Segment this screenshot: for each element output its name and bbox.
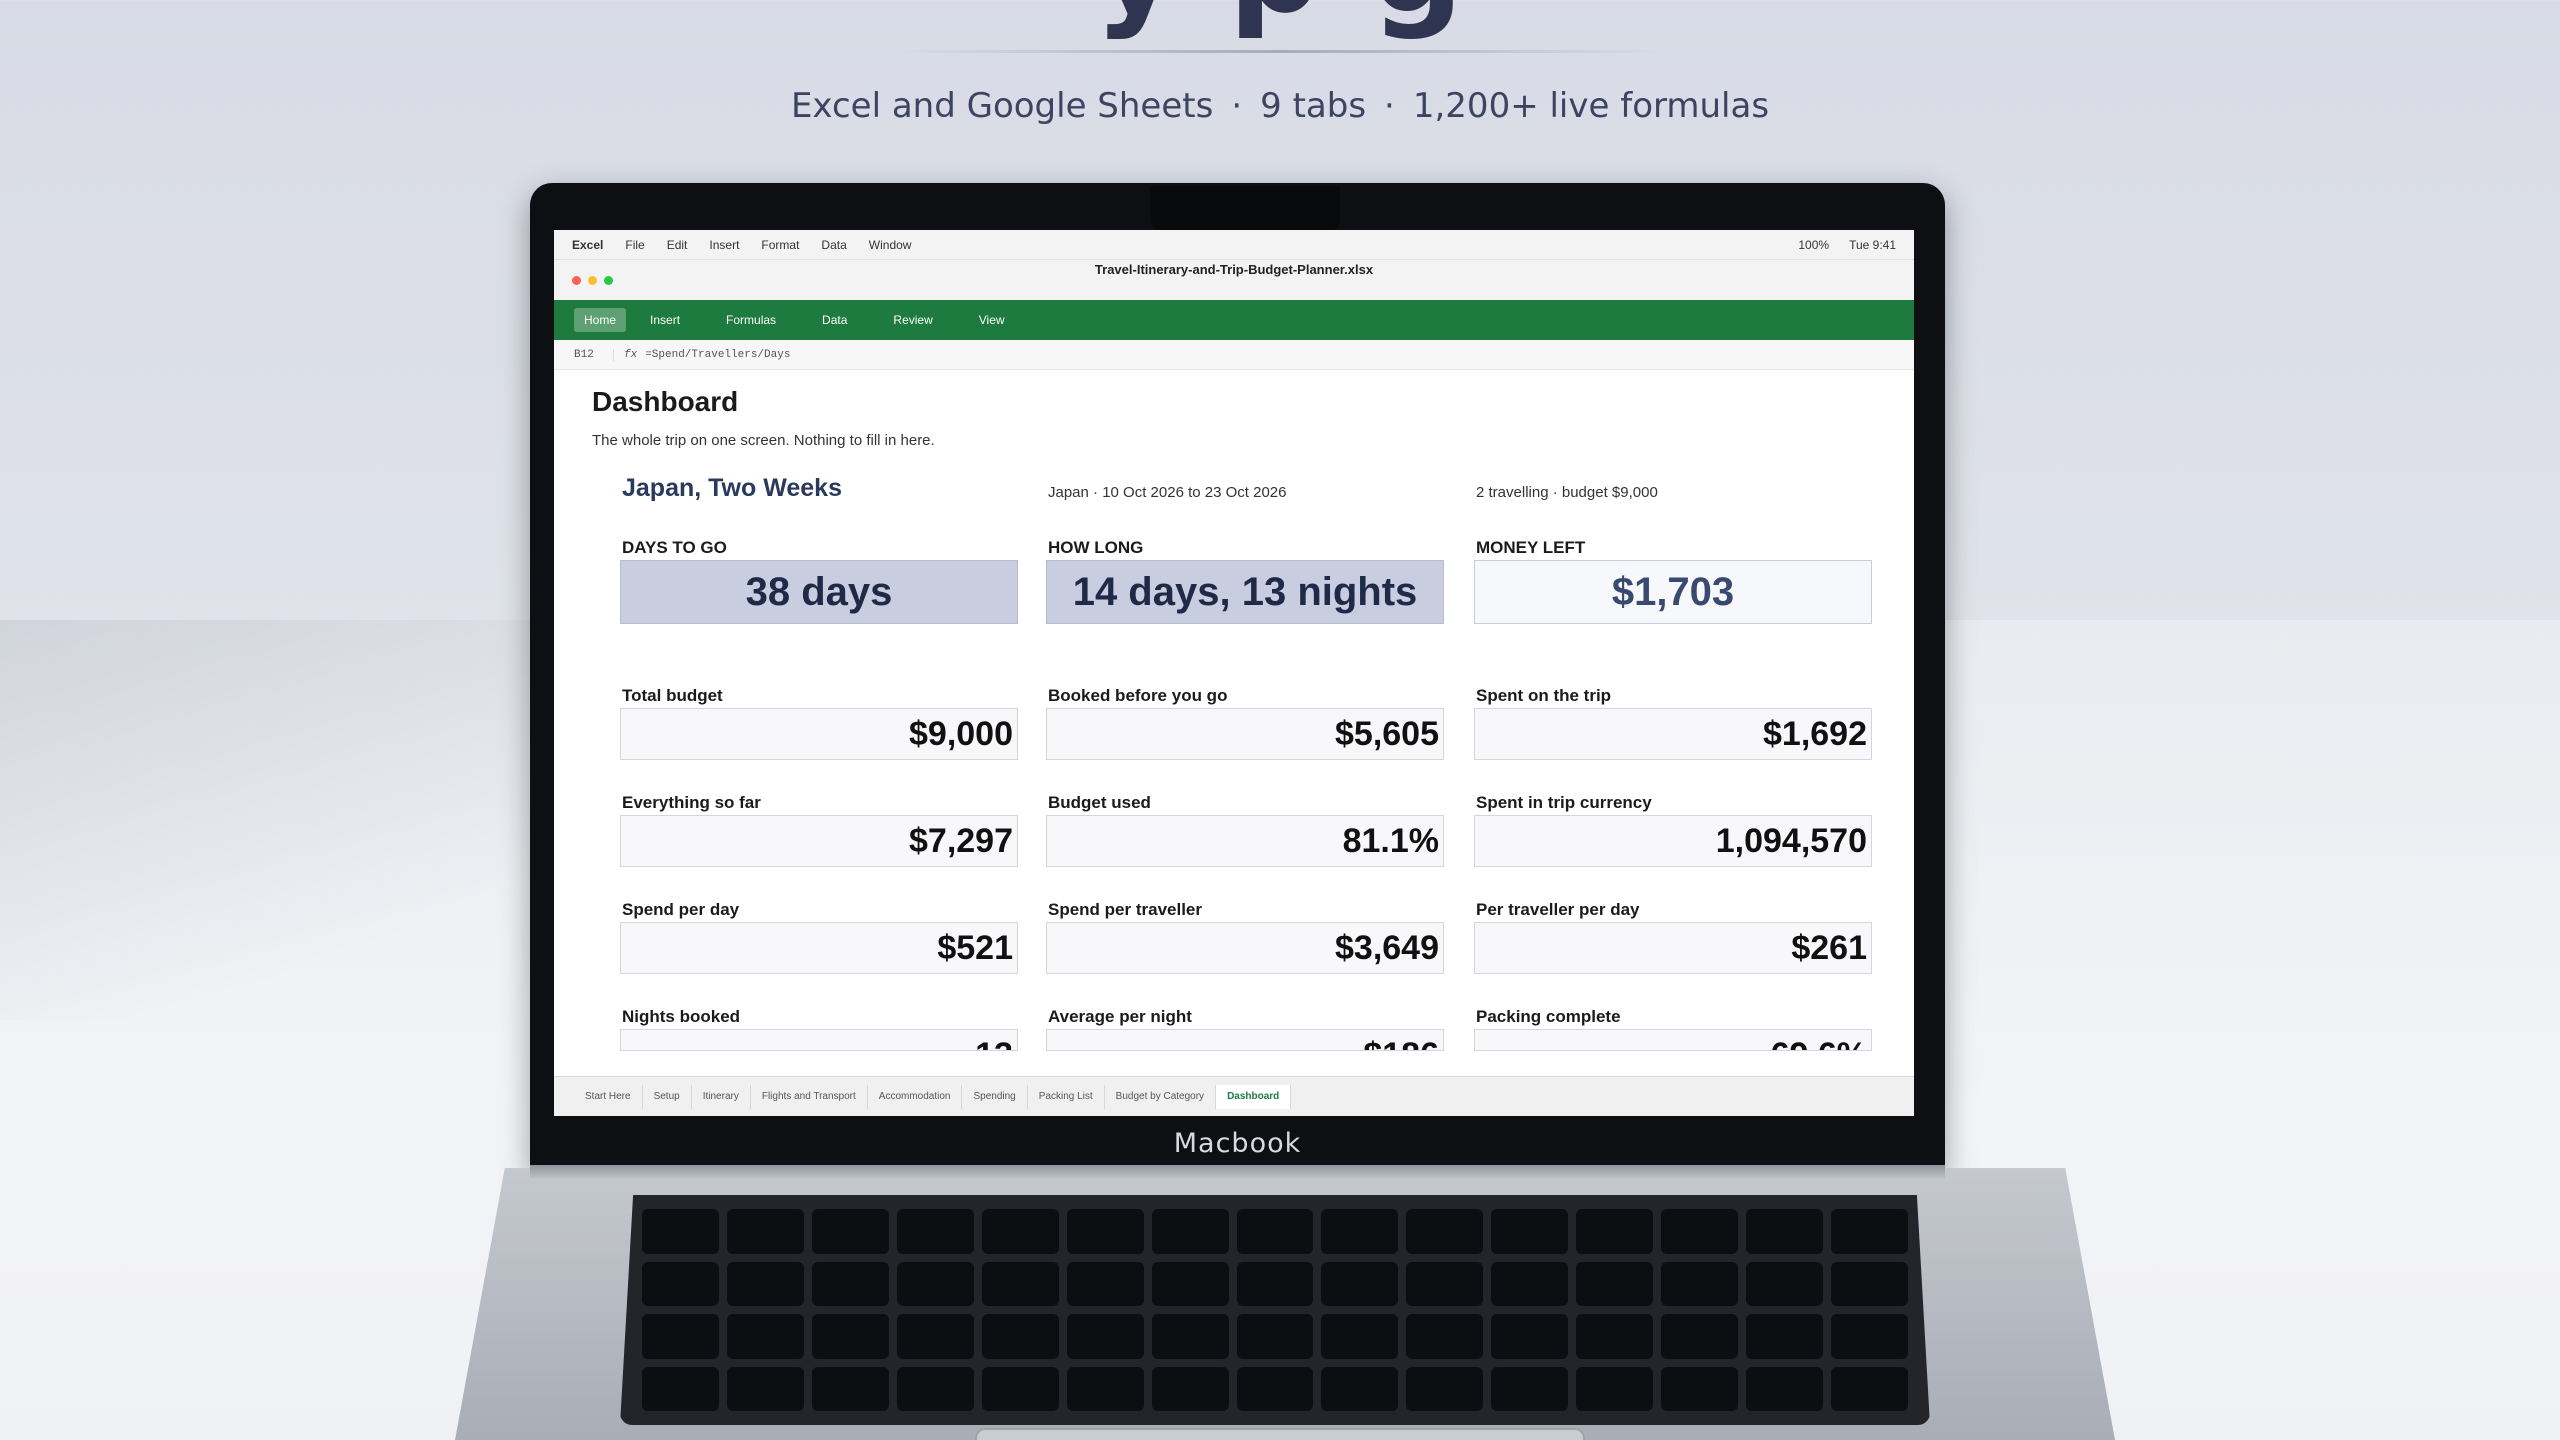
window-title: Travel-Itinerary-and-Trip-Budget-Planner… — [1094, 262, 1374, 277]
kpi-total-budget-label: Total budget — [622, 686, 723, 705]
trip-dates: Japan · 10 Oct 2026 to 23 Oct 2026 — [1048, 484, 1287, 501]
page-subtitle: The whole trip on one screen. Nothing to… — [592, 432, 935, 449]
ribbon-tab-view[interactable]: View — [969, 308, 1015, 332]
kpi-everything-label: Everything so far — [622, 793, 761, 812]
sheet-tab-itinerary[interactable]: Itinerary — [692, 1084, 751, 1109]
how-long-label: HOW LONG — [1048, 538, 1144, 557]
kpi-packing-value[interactable]: 69.6% — [1474, 1029, 1872, 1051]
how-long-value[interactable]: 14 days, 13 nights — [1046, 560, 1444, 624]
sheet-tab-flights[interactable]: Flights and Transport — [751, 1084, 868, 1109]
ribbon-tab-review[interactable]: Review — [883, 308, 942, 332]
sheet-tab-setup[interactable]: Setup — [643, 1084, 692, 1109]
kpi-per-traveller-day-value[interactable]: $261 — [1474, 922, 1872, 974]
kpi-per-traveller-label: Spend per traveller — [1048, 900, 1203, 919]
laptop-screen: Excel File Edit Insert Format Data Windo… — [554, 230, 1914, 1116]
kpi-spend-per-day-value[interactable]: $521 — [620, 922, 1018, 974]
laptop-brand: Macbook — [1173, 1128, 1302, 1159]
subtitle-part-2: 9 tabs — [1260, 86, 1367, 126]
page-title: Dashboard — [592, 386, 739, 417]
menu-data[interactable]: Data — [821, 238, 846, 252]
kpi-avg-night-label: Average per night — [1048, 1007, 1192, 1026]
mac-menubar: Excel File Edit Insert Format Data Windo… — [554, 230, 1914, 260]
menu-format[interactable]: Format — [761, 238, 799, 252]
formula-input[interactable]: =Spend/Travellers/Days — [645, 349, 790, 361]
kpi-spend-per-day-label: Spend per day — [622, 900, 740, 919]
kpi-nights-booked-value[interactable]: 13 — [620, 1029, 1018, 1051]
sheet-tab-start-here[interactable]: Start Here — [574, 1084, 643, 1109]
cell-reference-box[interactable]: B12 — [574, 348, 614, 361]
kpi-budget-used-label: Budget used — [1048, 793, 1151, 812]
menu-app-name[interactable]: Excel — [572, 238, 603, 252]
formula-bar: B12 fx =Spend/Travellers/Days — [554, 340, 1914, 370]
kpi-trip-currency-value[interactable]: 1,094,570 — [1474, 815, 1872, 867]
kpi-avg-night-value[interactable]: $186 — [1046, 1029, 1444, 1051]
days-to-go-label: DAYS TO GO — [622, 538, 727, 557]
kpi-budget-used-value[interactable]: 81.1% — [1046, 815, 1444, 867]
kpi-per-traveller-value[interactable]: $3,649 — [1046, 922, 1444, 974]
menubar-clock: Tue 9:41 — [1849, 237, 1896, 252]
ribbon-tab-data[interactable]: Data — [812, 308, 857, 332]
kpi-per-traveller-day-label: Per traveller per day — [1476, 900, 1640, 919]
headline-fragment: y p g — [0, 0, 2560, 42]
subtitle-part-3: 1,200+ live formulas — [1412, 86, 1770, 126]
sheet-tab-dashboard[interactable]: Dashboard — [1216, 1084, 1292, 1109]
sheet-tab-packing[interactable]: Packing List — [1028, 1084, 1105, 1109]
dashboard-sheet: Dashboard The whole trip on one screen. … — [554, 370, 1914, 1060]
subtitle-part-1: Excel and Google Sheets — [790, 86, 1214, 126]
keyboard — [620, 1195, 1930, 1425]
kpi-packing-label: Packing complete — [1476, 1007, 1621, 1026]
product-subtitle: Excel and Google Sheets · 9 tabs · 1,200+ li… — [0, 86, 2560, 126]
days-to-go-value[interactable]: 38 days — [620, 560, 1018, 624]
title-divider — [895, 50, 1665, 53]
fx-icon: fx — [624, 348, 638, 361]
camera-notch — [1150, 186, 1340, 232]
sheet-tab-accommodation[interactable]: Accommodation — [868, 1084, 963, 1109]
sheet-tab-strip: Start Here Setup Itinerary Flights and T… — [554, 1076, 1914, 1116]
ribbon-tab-formulas[interactable]: Formulas — [716, 308, 786, 332]
kpi-trip-currency-label: Spent in trip currency — [1476, 793, 1652, 812]
ribbon-tab-home[interactable]: Home — [574, 308, 627, 332]
sheet-tab-spending[interactable]: Spending — [962, 1084, 1028, 1109]
laptop-hinge — [530, 1165, 1945, 1179]
menu-edit[interactable]: Edit — [667, 238, 688, 252]
zoom-level: 100% — [1798, 237, 1830, 252]
kpi-total-budget-value[interactable]: $9,000 — [620, 708, 1018, 760]
trackpad — [975, 1428, 1585, 1440]
kpi-booked-value[interactable]: $5,605 — [1046, 708, 1444, 760]
menu-insert[interactable]: Insert — [709, 238, 739, 252]
kpi-spent-trip-label: Spent on the trip — [1476, 686, 1612, 705]
window-titlebar: Travel-Itinerary-and-Trip-Budget-Planner… — [554, 260, 1914, 300]
ribbon-tab-insert[interactable]: Insert — [640, 308, 690, 332]
subtitle-sep-1: · — [1231, 86, 1243, 126]
trip-name: Japan, Two Weeks — [622, 474, 842, 502]
kpi-spent-trip-value[interactable]: $1,692 — [1474, 708, 1872, 760]
kpi-everything-value[interactable]: $7,297 — [620, 815, 1018, 867]
money-left-value[interactable]: $1,703 — [1474, 560, 1872, 624]
money-left-label: MONEY LEFT — [1476, 538, 1586, 557]
menu-file[interactable]: File — [625, 238, 644, 252]
subtitle-sep-2: · — [1384, 86, 1395, 126]
menu-window[interactable]: Window — [869, 238, 912, 252]
trip-budget-summary: 2 travelling · budget $9,000 — [1476, 484, 1658, 501]
sheet-tab-budget-category[interactable]: Budget by Category — [1105, 1084, 1217, 1109]
kpi-booked-label: Booked before you go — [1048, 686, 1228, 705]
ribbon-tabs: Home Insert Formulas Data Review View — [554, 300, 1914, 340]
kpi-nights-booked-label: Nights booked — [622, 1007, 741, 1026]
